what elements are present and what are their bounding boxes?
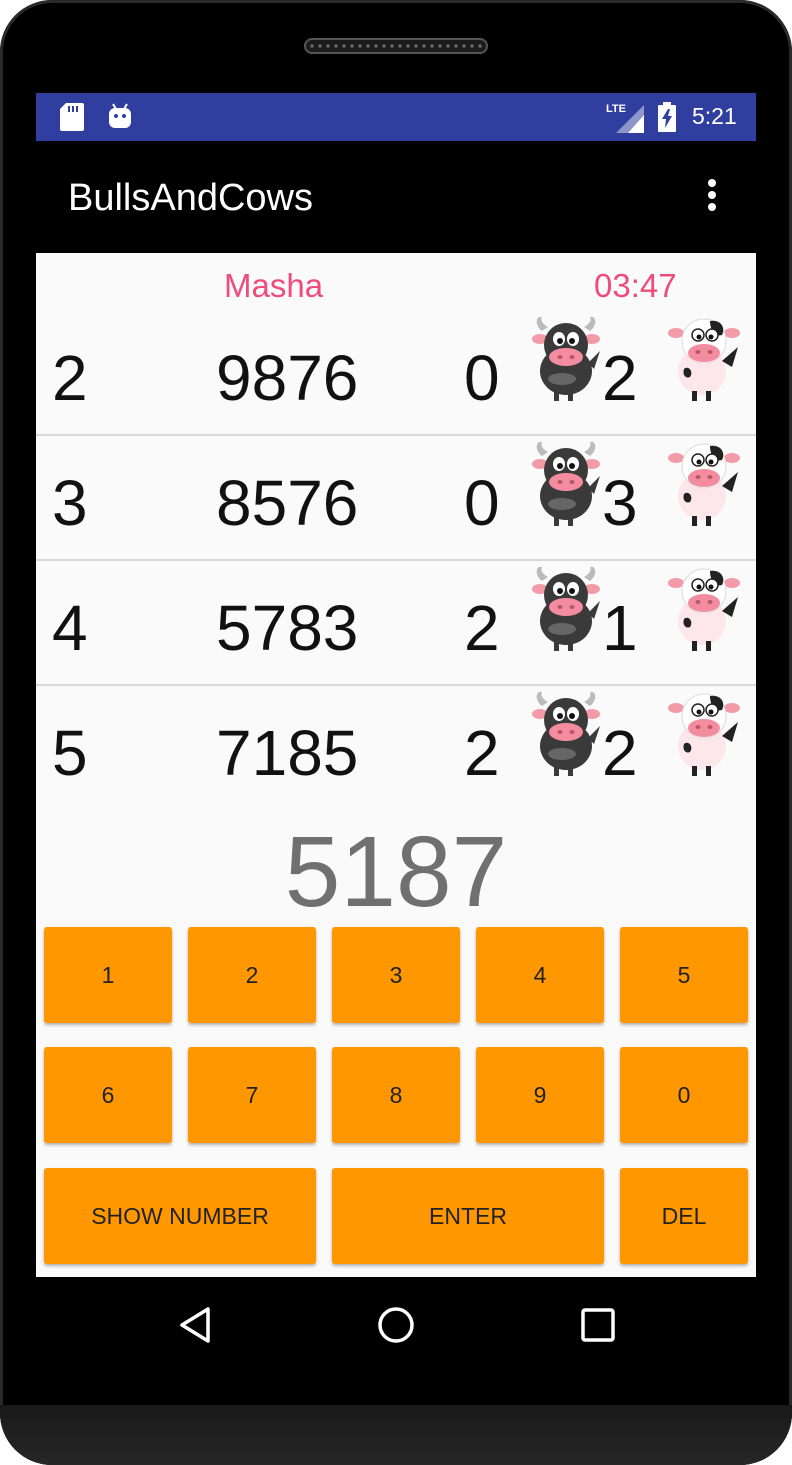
status-bar: LTE 5:21 bbox=[36, 93, 756, 141]
game-timer: 03:47 bbox=[594, 267, 677, 304]
more-vertical-icon[interactable] bbox=[700, 179, 724, 219]
bull-icon bbox=[532, 691, 600, 776]
recents-square-icon[interactable] bbox=[578, 1305, 618, 1345]
svg-text:LTE: LTE bbox=[606, 103, 626, 115]
cow-icon bbox=[667, 443, 741, 527]
lte-signal-icon: LTE bbox=[606, 103, 644, 133]
home-circle-icon[interactable] bbox=[376, 1305, 416, 1345]
bull-icon bbox=[532, 566, 600, 651]
phone-bottom-bezel bbox=[0, 1405, 792, 1465]
cow-icon bbox=[667, 693, 741, 777]
enter-button[interactable]: ENTER bbox=[332, 1168, 604, 1264]
cow-icon bbox=[667, 568, 741, 652]
key-9[interactable]: 9 bbox=[476, 1047, 604, 1143]
sd-card-icon bbox=[60, 103, 84, 131]
guess-row: 4 5783 2 1 bbox=[36, 561, 756, 686]
guess-row: 2 9876 0 2 bbox=[36, 311, 756, 436]
app-title: BullsAndCows bbox=[68, 177, 313, 219]
speaker-grille bbox=[304, 38, 488, 54]
key-3[interactable]: 3 bbox=[332, 927, 460, 1023]
current-guess-display: 5187 bbox=[284, 816, 508, 928]
player-name: Masha bbox=[224, 267, 324, 304]
key-4[interactable]: 4 bbox=[476, 927, 604, 1023]
bull-icon bbox=[532, 441, 600, 526]
game-header: Masha 03:47 bbox=[36, 253, 756, 309]
cow-icon bbox=[667, 318, 741, 402]
screen: LTE 5:21 BullsAndCows Masha 03:47 2 9876… bbox=[36, 93, 756, 1277]
show-number-button[interactable]: SHOW NUMBER bbox=[44, 1168, 316, 1264]
key-6[interactable]: 6 bbox=[44, 1047, 172, 1143]
key-2[interactable]: 2 bbox=[188, 927, 316, 1023]
key-0[interactable]: 0 bbox=[620, 1047, 748, 1143]
navigation-bar bbox=[36, 1277, 756, 1377]
app-bar: BullsAndCows bbox=[36, 141, 756, 253]
guess-row: 3 8576 0 3 bbox=[36, 436, 756, 561]
key-8[interactable]: 8 bbox=[332, 1047, 460, 1143]
key-5[interactable]: 5 bbox=[620, 927, 748, 1023]
android-icon bbox=[109, 103, 131, 128]
battery-charging-icon bbox=[658, 102, 676, 132]
delete-button[interactable]: DEL bbox=[620, 1168, 748, 1264]
status-time: 5:21 bbox=[692, 103, 737, 129]
bull-icon bbox=[532, 316, 600, 401]
key-7[interactable]: 7 bbox=[188, 1047, 316, 1143]
key-1[interactable]: 1 bbox=[44, 927, 172, 1023]
back-triangle-icon[interactable] bbox=[176, 1305, 216, 1345]
guess-row: 5 7185 2 2 bbox=[36, 686, 756, 811]
